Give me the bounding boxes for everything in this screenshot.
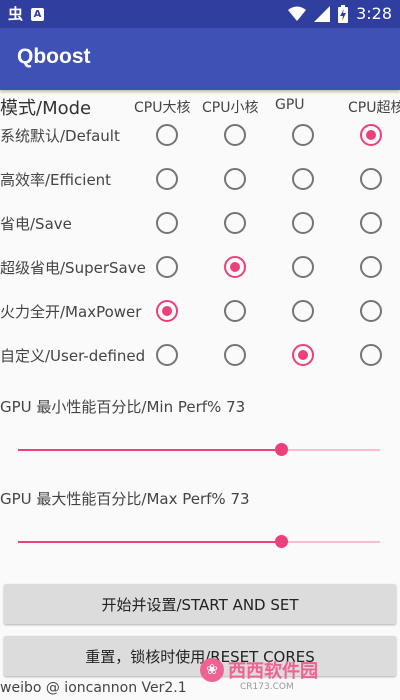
max-perf-slider-thumb[interactable] (275, 535, 289, 548)
watermark-logo-icon: ❀ (200, 658, 224, 682)
wifi-icon (288, 6, 307, 21)
column-header-cpu-little: CPU小核 (202, 100, 259, 116)
mode-row-label: 省电/Save (0, 215, 72, 233)
mode-radio-button[interactable] (360, 212, 382, 234)
mode-radio-button[interactable] (360, 124, 382, 146)
app-title: Qboost (17, 45, 91, 68)
start-and-set-button[interactable]: 开始并设置/START AND SET (4, 584, 396, 624)
signal-icon (314, 6, 331, 22)
mode-radio-button[interactable] (156, 212, 178, 234)
mode-radio-button[interactable] (224, 300, 246, 322)
mode-radio-button[interactable] (156, 344, 178, 366)
mode-radio-button[interactable] (156, 256, 178, 278)
status-bar: 虫 A 3:28 (0, 0, 400, 28)
mode-row-label: 系统默认/Default (0, 127, 120, 145)
mode-radio-button[interactable] (292, 212, 314, 234)
min-perf-slider-fill (18, 449, 283, 451)
a-notification-icon: A (31, 7, 45, 21)
mode-radio-button[interactable] (224, 256, 246, 278)
mode-radio-button[interactable] (156, 300, 178, 322)
mode-radio-button[interactable] (224, 124, 246, 146)
battery-icon (338, 5, 349, 23)
mode-radio-button[interactable] (360, 344, 382, 366)
watermark: ❀ 西西软件园 (200, 655, 380, 685)
footer-credit: weibo @ ioncannon Ver2.1 (0, 680, 187, 696)
mode-radio-button[interactable] (360, 300, 382, 322)
mode-radio-button[interactable] (292, 300, 314, 322)
column-header-cpu-big: CPU大核 (134, 100, 191, 116)
mode-row-label: 自定义/User-defined (0, 347, 146, 365)
mode-radio-button[interactable] (156, 168, 178, 190)
column-header-gpu: GPU (275, 97, 305, 113)
mode-radio-button[interactable] (292, 168, 314, 190)
mode-row-label: 高效率/Efficient (0, 171, 112, 189)
max-perf-slider[interactable] (18, 535, 380, 548)
watermark-text: 西西软件园 (228, 661, 318, 682)
min-perf-slider-thumb[interactable] (275, 443, 289, 456)
mode-radio-button[interactable] (156, 124, 178, 146)
bug-notification-icon: 虫 (8, 5, 24, 23)
app-bar: Qboost (0, 28, 400, 90)
mode-radio-button[interactable] (292, 124, 314, 146)
min-perf-label: GPU 最小性能百分比/Min Perf% 73 (0, 398, 246, 416)
column-header-cpu-prime: CPU超核 (348, 100, 400, 116)
mode-radio-button[interactable] (224, 212, 246, 234)
watermark-subtext: CR173.COM (240, 682, 294, 692)
max-perf-label: GPU 最大性能百分比/Max Perf% 73 (0, 490, 250, 508)
mode-radio-button[interactable] (292, 256, 314, 278)
mode-header: 模式/Mode (0, 98, 92, 119)
mode-radio-button[interactable] (360, 256, 382, 278)
mode-row-label: 超级省电/SuperSave (0, 259, 146, 277)
mode-radio-button[interactable] (292, 344, 314, 366)
max-perf-slider-fill (18, 541, 283, 543)
min-perf-slider[interactable] (18, 443, 380, 456)
status-time: 3:28 (356, 4, 392, 23)
mode-row-label: 火力全开/MaxPower (0, 303, 142, 321)
mode-radio-button[interactable] (224, 344, 246, 366)
mode-radio-button[interactable] (224, 168, 246, 190)
mode-radio-button[interactable] (360, 168, 382, 190)
